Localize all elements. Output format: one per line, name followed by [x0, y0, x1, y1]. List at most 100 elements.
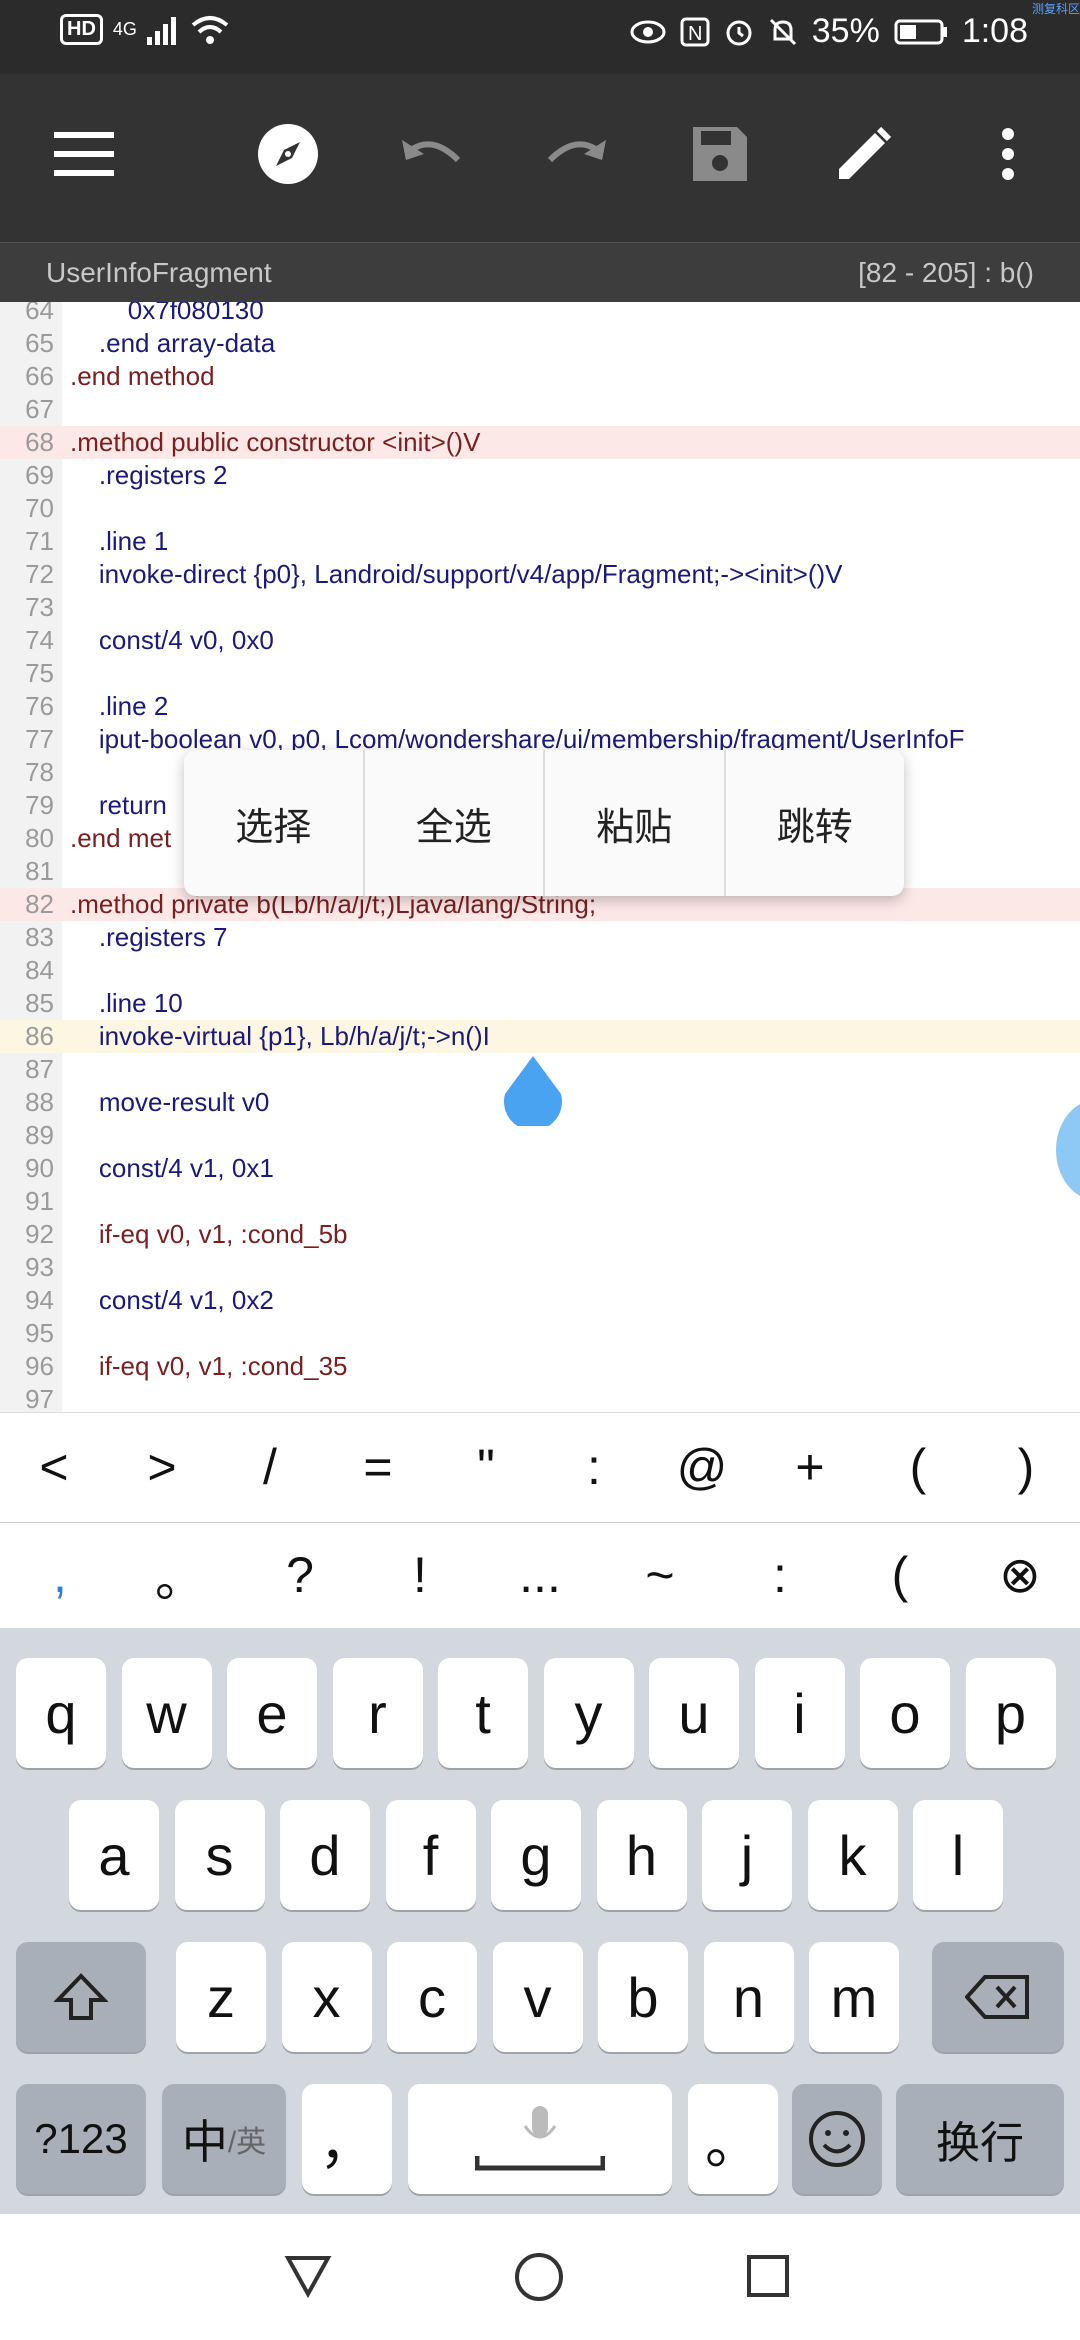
select-all-menu-item[interactable]: 全选 — [365, 750, 545, 896]
code-line[interactable]: 97 — [0, 1383, 1080, 1412]
back-icon[interactable] — [284, 2254, 332, 2298]
key-h[interactable]: h — [596, 1800, 687, 1910]
punct-key[interactable]: ? — [240, 1546, 360, 1604]
key-e[interactable]: e — [227, 1658, 317, 1768]
key-r[interactable]: r — [332, 1658, 423, 1768]
emoji-key[interactable] — [792, 2084, 882, 2194]
code-line[interactable]: 64 0x7f080130 — [0, 302, 1080, 327]
select-menu-item[interactable]: 选择 — [184, 750, 365, 896]
code-line[interactable]: 91 — [0, 1185, 1080, 1218]
code-line[interactable]: 84 — [0, 954, 1080, 987]
punct-key[interactable]: : — [720, 1546, 840, 1604]
comma-key[interactable]: ， — [302, 2084, 392, 2194]
punct-key[interactable]: 。 — [120, 1539, 240, 1611]
key-i[interactable]: i — [754, 1658, 845, 1768]
punct-key[interactable]: ... — [480, 1546, 600, 1604]
symbol-key[interactable]: / — [216, 1438, 324, 1496]
symbol-bar: < > / = " : @ + ( ) — [0, 1412, 1080, 1521]
key-a[interactable]: a — [69, 1800, 159, 1910]
code-line[interactable]: 83 .registers 7 — [0, 921, 1080, 954]
goto-menu-item[interactable]: 跳转 — [726, 750, 905, 896]
punct-key[interactable]: ~ — [600, 1546, 720, 1604]
symbol-key[interactable]: : — [540, 1438, 648, 1496]
navigate-button[interactable] — [248, 114, 328, 194]
key-w[interactable]: w — [121, 1658, 212, 1768]
home-icon[interactable] — [514, 2252, 564, 2302]
key-z[interactable]: z — [176, 1942, 266, 2052]
space-key[interactable] — [408, 2084, 672, 2194]
line-number: 94 — [25, 1285, 54, 1315]
code-line[interactable]: 95 — [0, 1317, 1080, 1350]
code-line[interactable]: 73 — [0, 591, 1080, 624]
code-line[interactable]: 72 invoke-direct {p0}, Landroid/support/… — [0, 558, 1080, 591]
code-line[interactable]: 74 const/4 v0, 0x0 — [0, 624, 1080, 657]
code-line[interactable]: 67 — [0, 393, 1080, 426]
key-x[interactable]: x — [281, 1942, 372, 2052]
key-t[interactable]: t — [438, 1658, 528, 1768]
symbol-key[interactable]: = — [324, 1438, 432, 1496]
enter-key[interactable]: 换行 — [896, 2084, 1064, 2194]
paste-menu-item[interactable]: 粘贴 — [545, 750, 726, 896]
symbol-key[interactable]: < — [0, 1438, 108, 1496]
code-text: .end method — [70, 361, 215, 391]
symbol-key[interactable]: @ — [648, 1438, 756, 1496]
number-mode-key[interactable]: ?123 — [16, 2084, 146, 2194]
text-cursor-handle[interactable] — [503, 1056, 563, 1131]
code-line[interactable]: 90 const/4 v1, 0x1 — [0, 1152, 1080, 1185]
shift-key[interactable] — [16, 1942, 146, 2052]
code-line[interactable]: 69 .registers 2 — [0, 459, 1080, 492]
key-m[interactable]: m — [809, 1942, 899, 2052]
compass-icon — [258, 124, 318, 184]
key-o[interactable]: o — [860, 1658, 950, 1768]
key-s[interactable]: s — [174, 1800, 265, 1910]
key-b[interactable]: b — [598, 1942, 688, 2052]
symbol-key[interactable]: > — [108, 1438, 216, 1496]
edit-button[interactable] — [824, 114, 904, 194]
status-bar: HD 4G N 35% 1:08 测复科区 — [0, 0, 1080, 74]
symbol-key[interactable]: ( — [864, 1438, 972, 1496]
symbol-key[interactable]: ) — [972, 1438, 1080, 1496]
code-line[interactable]: 68 .method public constructor <init>()V — [0, 426, 1080, 459]
file-info-bar: UserInfoFragment [82 - 205] : b() — [0, 242, 1080, 303]
symbol-key[interactable]: " — [432, 1438, 540, 1496]
key-f[interactable]: f — [385, 1800, 476, 1910]
undo-button[interactable] — [392, 114, 472, 194]
code-line[interactable]: 86 invoke-virtual {p1}, Lb/h/a/j/t;->n()… — [0, 1020, 1080, 1053]
close-candidates-icon[interactable]: ⊗ — [960, 1546, 1080, 1604]
key-q[interactable]: q — [16, 1658, 106, 1768]
code-line[interactable]: 70 — [0, 492, 1080, 525]
code-line[interactable]: 65 .end array-data — [0, 327, 1080, 360]
save-button[interactable] — [680, 114, 760, 194]
backspace-key[interactable] — [932, 1942, 1064, 2052]
recents-icon[interactable] — [746, 2254, 790, 2298]
menu-button[interactable] — [44, 114, 124, 194]
more-button[interactable] — [968, 114, 1048, 194]
code-line[interactable]: 66 .end method — [0, 360, 1080, 393]
key-j[interactable]: j — [702, 1800, 792, 1910]
key-n[interactable]: n — [703, 1942, 794, 2052]
punct-key[interactable]: , — [0, 1546, 120, 1604]
key-l[interactable]: l — [913, 1800, 1003, 1910]
code-line[interactable]: 85 .line 10 — [0, 987, 1080, 1020]
key-v[interactable]: v — [492, 1942, 583, 2052]
key-y[interactable]: y — [543, 1658, 634, 1768]
key-k[interactable]: k — [807, 1800, 898, 1910]
code-line[interactable]: 75 — [0, 657, 1080, 690]
key-d[interactable]: d — [280, 1800, 370, 1910]
punct-key[interactable]: ( — [840, 1546, 960, 1604]
key-c[interactable]: c — [387, 1942, 477, 2052]
code-line[interactable]: 93 — [0, 1251, 1080, 1284]
code-line[interactable]: 96 if-eq v0, v1, :cond_35 — [0, 1350, 1080, 1383]
key-g[interactable]: g — [491, 1800, 581, 1910]
language-key[interactable]: 中/英 — [162, 2084, 286, 2194]
punct-key[interactable]: ! — [360, 1546, 480, 1604]
code-line[interactable]: 92 if-eq v0, v1, :cond_5b — [0, 1218, 1080, 1251]
key-p[interactable]: p — [965, 1658, 1056, 1768]
code-line[interactable]: 94 const/4 v1, 0x2 — [0, 1284, 1080, 1317]
code-line[interactable]: 76 .line 2 — [0, 690, 1080, 723]
code-line[interactable]: 71 .line 1 — [0, 525, 1080, 558]
symbol-key[interactable]: + — [756, 1438, 864, 1496]
key-u[interactable]: u — [649, 1658, 739, 1768]
redo-button[interactable] — [536, 114, 616, 194]
period-key[interactable]: 。 — [688, 2084, 778, 2194]
